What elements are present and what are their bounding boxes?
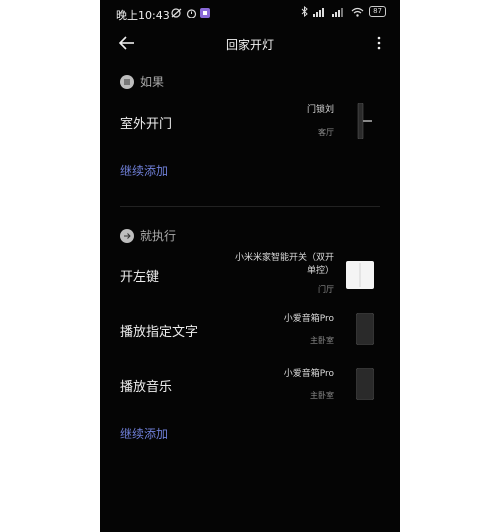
then-section-heading: 就执行 — [120, 227, 176, 244]
add-action-link[interactable]: 继续添加 — [120, 425, 168, 442]
status-time: 晚上10:43 — [116, 9, 170, 22]
status-bar: 晚上10:43 87 — [100, 0, 400, 28]
condition-device-room: 客厅 — [318, 128, 334, 137]
action-label: 播放音乐 — [120, 380, 173, 395]
condition-label: 室外开门 — [120, 117, 173, 132]
condition-device-name: 门锁刘 — [306, 105, 334, 115]
phone-screen: 晚上10:43 87 回家开灯 如果 室外开门 门锁刘 客厅 继续添加 就执行 … — [100, 0, 400, 532]
app-header: 回家开灯 — [100, 28, 400, 58]
action-device-name: 小米米家智能开关（双开单控） — [234, 253, 334, 276]
wifi-icon — [351, 7, 364, 17]
action-label: 开左键 — [120, 270, 160, 285]
section-divider — [120, 206, 380, 207]
page-title: 回家开灯 — [225, 38, 274, 52]
smart-speaker-icon — [356, 313, 374, 345]
action-device-name: 小爱音箱Pro — [283, 369, 334, 379]
action-device-room: 主卧室 — [310, 336, 334, 345]
arrow-right-icon — [120, 228, 134, 243]
if-section-label: 如果 — [140, 75, 165, 89]
wall-switch-icon — [346, 261, 374, 289]
more-options-icon[interactable] — [376, 35, 382, 51]
if-section-heading: 如果 — [120, 73, 164, 90]
signal-1-icon — [313, 7, 325, 17]
add-condition-link[interactable]: 继续添加 — [120, 162, 168, 179]
app-notification-icon — [200, 8, 210, 18]
status-right: 87 — [301, 6, 386, 17]
alarm-icon — [186, 9, 197, 18]
action-device-room: 主卧室 — [310, 391, 334, 400]
signal-2-icon — [332, 7, 344, 17]
dnd-icon — [171, 8, 182, 18]
smart-speaker-icon — [356, 368, 374, 400]
list-icon — [120, 74, 134, 89]
action-label: 播放指定文字 — [120, 325, 199, 340]
door-lock-icon — [357, 103, 372, 139]
battery-indicator: 87 — [369, 6, 386, 17]
action-device-name: 小爱音箱Pro — [283, 314, 334, 324]
bluetooth-icon — [301, 6, 308, 17]
then-section-label: 就执行 — [140, 229, 177, 243]
action-device-room: 门厅 — [318, 285, 334, 294]
